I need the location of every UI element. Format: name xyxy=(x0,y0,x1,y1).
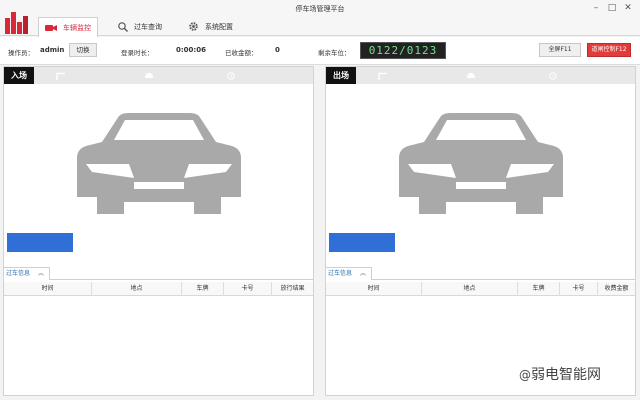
entry-header: 入场 xyxy=(4,67,313,84)
col-location[interactable]: 地点 xyxy=(422,282,518,296)
search-icon xyxy=(118,21,128,32)
operator-value: admin xyxy=(40,46,65,54)
col-plate[interactable]: 车牌 xyxy=(518,282,560,296)
plate-number-bar xyxy=(329,233,395,252)
tab-label: 系统配置 xyxy=(205,22,233,31)
entry-grid-header: 时间 地点 车牌 卡号 放行结果 xyxy=(4,282,313,296)
close-button[interactable]: ✕ xyxy=(620,1,636,15)
exit-pass-info-tab[interactable]: 过车信息 ︽ xyxy=(326,267,372,280)
remaining-spaces-label: 剩余车位： xyxy=(318,49,351,57)
title-bar: 停车场管理平台 – □ ✕ 车辆监控 过车查询 系统配置 xyxy=(0,0,640,37)
window-controls: – □ ✕ xyxy=(588,1,636,15)
status-bar: 操作员： admin 切换 登录时长： 0:00:06 已收金额： 0 剩余车位… xyxy=(0,37,640,65)
switch-user-button[interactable]: 切换 xyxy=(69,43,97,57)
clock-icon[interactable] xyxy=(226,71,236,81)
col-location[interactable]: 地点 xyxy=(92,282,182,296)
barrier-icon[interactable] xyxy=(56,71,66,81)
car-icon[interactable] xyxy=(144,71,154,81)
entry-label: 入场 xyxy=(4,67,34,84)
tab-divider xyxy=(50,279,313,280)
camera-icon xyxy=(45,24,57,32)
entry-pass-info-tab[interactable]: 过车信息 ︽ xyxy=(4,267,50,280)
col-time[interactable]: 时间 xyxy=(326,282,422,296)
pass-info-label: 过车信息 xyxy=(328,270,353,277)
barrier-icon[interactable] xyxy=(378,71,388,81)
collapse-icon[interactable]: ︽ xyxy=(360,268,366,280)
tab-label: 车辆监控 xyxy=(63,23,91,32)
col-card[interactable]: 卡号 xyxy=(560,282,598,296)
col-plate[interactable]: 车牌 xyxy=(182,282,224,296)
tab-pass-query[interactable]: 过车查询 xyxy=(112,17,182,36)
window-title: 停车场管理平台 xyxy=(295,5,345,13)
col-fee-amount[interactable]: 收费金额 xyxy=(598,282,635,296)
fullscreen-button[interactable]: 全屏F11 xyxy=(539,43,581,57)
login-time-label: 登录时长： xyxy=(121,49,154,57)
exit-header: 出场 xyxy=(326,67,635,84)
plate-number-bar xyxy=(7,233,73,252)
entry-camera-view xyxy=(4,84,313,274)
pass-info-label: 过车信息 xyxy=(6,270,31,277)
collected-amount-value: 0 xyxy=(275,46,280,54)
tab-label: 过车查询 xyxy=(134,22,162,31)
maximize-button[interactable]: □ xyxy=(604,1,620,15)
watermark-text: 弱电智能网 xyxy=(531,367,601,383)
col-card[interactable]: 卡号 xyxy=(224,282,272,296)
col-release-result[interactable]: 放行结果 xyxy=(272,282,313,296)
car-placeholder-icon xyxy=(399,113,563,214)
car-icon[interactable] xyxy=(466,71,476,81)
entry-panel: 入场 过车信息 ︽ 时间 地点 车牌 卡号 放行结果 xyxy=(3,66,314,396)
tab-vehicle-monitor[interactable]: 车辆监控 xyxy=(38,17,98,37)
exit-grid-header: 时间 地点 车牌 卡号 收费金额 xyxy=(326,282,635,296)
exit-panel: 出场 过车信息 ︽ 时间 地点 车牌 卡号 收费金额 xyxy=(325,66,636,396)
tab-system-config[interactable]: 系统配置 xyxy=(182,17,252,36)
gear-icon xyxy=(188,21,199,32)
collected-amount-label: 已收金额： xyxy=(225,49,258,57)
operator-label: 操作员： xyxy=(8,49,34,57)
login-time-value: 0:00:06 xyxy=(176,46,206,54)
gate-control-button[interactable]: 道闸控制F12 xyxy=(587,43,631,57)
watermark: @弱电智能网 xyxy=(519,367,601,383)
collapse-icon[interactable]: ︽ xyxy=(38,268,44,280)
exit-label: 出场 xyxy=(326,67,356,84)
clock-icon[interactable] xyxy=(548,71,558,81)
car-placeholder-icon xyxy=(77,113,241,214)
exit-camera-view xyxy=(326,84,635,274)
col-time[interactable]: 时间 xyxy=(4,282,92,296)
minimize-button[interactable]: – xyxy=(588,1,604,15)
app-logo xyxy=(5,8,31,34)
tab-divider xyxy=(372,279,635,280)
remaining-spaces-display: 0122/0123 xyxy=(360,42,446,59)
